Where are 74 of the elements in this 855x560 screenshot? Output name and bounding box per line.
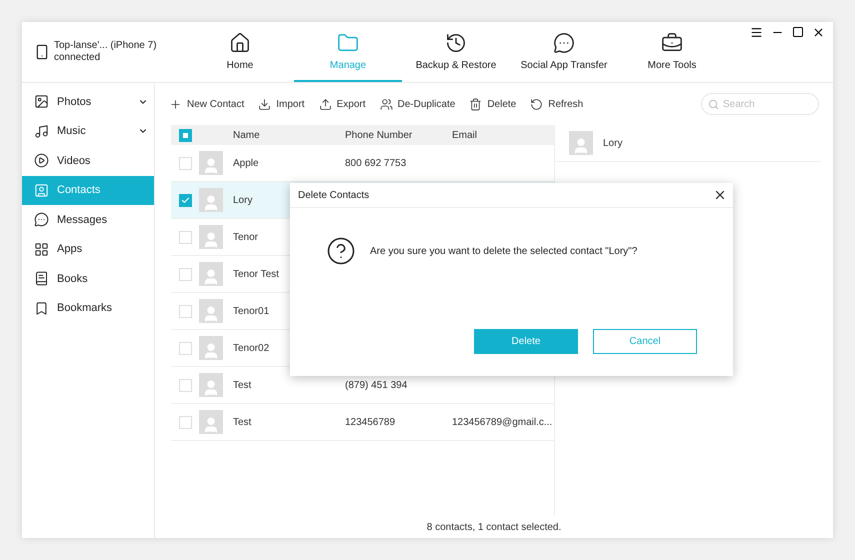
- name-cell-text: Tenor Test: [233, 268, 280, 280]
- toolbar-button[interactable]: Import: [258, 98, 305, 110]
- upload-icon: [318, 98, 332, 110]
- nav-tab[interactable]: More Tools: [618, 22, 726, 82]
- email-cell: 123456789@gmail.c...: [452, 416, 552, 428]
- history-icon: [445, 32, 467, 54]
- chat-bubble-icon: [34, 212, 49, 228]
- plus-icon: [169, 98, 182, 110]
- book-icon: [34, 271, 49, 286]
- bookmark-icon: [34, 300, 49, 316]
- avatar-icon: [199, 299, 223, 323]
- name-cell-text: Tenor01: [233, 306, 270, 316]
- phone-icon: [34, 44, 50, 60]
- column-header: Phone Number: [345, 130, 414, 140]
- sidebar-item[interactable]: Videos: [22, 146, 154, 176]
- people-icon: [380, 98, 392, 110]
- name-cell-text: Tenor02: [233, 342, 270, 354]
- phone-cell: 123456789: [345, 416, 396, 428]
- check-icon: [181, 196, 190, 204]
- avatar-icon: [199, 336, 223, 360]
- avatar-icon: [199, 262, 223, 286]
- maximize-icon[interactable]: [792, 26, 804, 38]
- row-checkbox[interactable]: [179, 194, 192, 206]
- phone-cell: (879) 451 394: [345, 380, 408, 390]
- sidebar-item[interactable]: Bookmarks: [22, 294, 154, 323]
- column-header: Email: [452, 130, 478, 140]
- chat-bubble-icon: [553, 32, 575, 54]
- name-cell-text: Tenor: [233, 232, 260, 242]
- nav-tab[interactable]: Home: [186, 22, 294, 82]
- close-icon[interactable]: [713, 188, 727, 202]
- sidebar-item[interactable]: Music: [22, 116, 154, 146]
- contact-name: Lory: [603, 138, 622, 148]
- toolbar-button[interactable]: New Contact: [169, 98, 244, 110]
- sidebar-item[interactable]: Messages: [22, 205, 154, 234]
- column-header: Name: [232, 130, 261, 140]
- trash-icon: [469, 98, 482, 110]
- avatar-icon: [199, 225, 223, 249]
- sidebar-item[interactable]: Apps: [22, 234, 154, 264]
- name-cell-text: Apple: [233, 158, 260, 168]
- dialog-message: Are you sure you want to delete the selected contact "Lory"?: [370, 246, 638, 256]
- toolbar-button[interactable]: Delete: [469, 98, 516, 110]
- toolbar-button[interactable]: Export: [318, 98, 366, 110]
- nav-tab[interactable]: Backup & Restore: [402, 22, 510, 82]
- name-cell-text: Test: [233, 416, 252, 428]
- select-all-checkbox[interactable]: [179, 128, 192, 142]
- refresh-icon: [530, 98, 544, 110]
- sidebar-item[interactable]: Photos: [22, 87, 154, 116]
- avatar-icon: [569, 131, 593, 155]
- nav-tab[interactable]: Social App Transfer: [510, 22, 618, 82]
- folder-icon: [337, 32, 359, 54]
- music-note-icon: [34, 124, 49, 139]
- status-text: 8 contacts, 1 contact selected.: [426, 520, 562, 534]
- dialog-title: Delete Contacts: [298, 190, 370, 200]
- toolbar-button[interactable]: Refresh: [530, 98, 584, 110]
- grid-icon: [34, 242, 49, 257]
- menu-icon[interactable]: [750, 26, 763, 39]
- close-icon[interactable]: [812, 26, 825, 39]
- name-cell-text: Test: [233, 380, 252, 390]
- device-name: Top-lanse'... (iPhone 7) connected: [54, 40, 157, 64]
- toolbar-button[interactable]: De-Duplicate: [380, 98, 456, 110]
- download-icon: [258, 98, 272, 110]
- image-icon: [34, 94, 49, 110]
- phone-cell: 800 692 7753: [345, 158, 406, 168]
- contact-card-icon: [34, 182, 49, 198]
- avatar-icon: [199, 151, 223, 175]
- home-icon: [229, 32, 251, 54]
- question-icon: [326, 236, 356, 266]
- search-icon: [708, 98, 719, 110]
- toolbox-icon: [661, 32, 683, 54]
- avatar-icon: [199, 188, 223, 212]
- sidebar-item[interactable]: Books: [22, 264, 154, 294]
- avatar-icon: [199, 410, 223, 434]
- play-icon: [34, 153, 49, 168]
- avatar-icon: [199, 373, 223, 397]
